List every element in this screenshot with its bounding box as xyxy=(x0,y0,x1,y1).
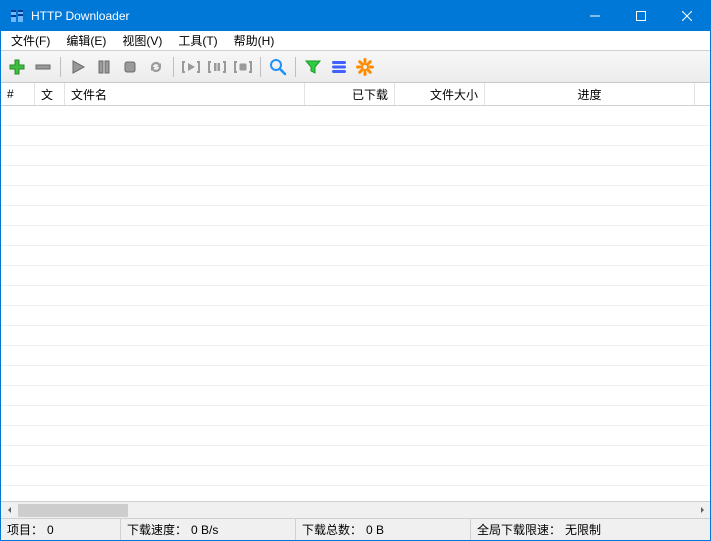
remove-button[interactable] xyxy=(31,55,55,79)
table-row xyxy=(1,386,710,406)
status-speed-value: 0 B/s xyxy=(191,523,218,537)
table-row xyxy=(1,266,710,286)
table-row xyxy=(1,366,710,386)
status-limit-value: 无限制 xyxy=(565,521,601,538)
col-filetype[interactable]: 文 xyxy=(35,83,65,105)
table-row xyxy=(1,346,710,366)
table-row xyxy=(1,186,710,206)
minus-icon xyxy=(34,58,52,76)
table-row xyxy=(1,126,710,146)
list-icon xyxy=(330,58,348,76)
restart-button[interactable] xyxy=(144,55,168,79)
window-title: HTTP Downloader xyxy=(31,9,572,23)
scroll-thumb[interactable] xyxy=(18,504,128,517)
table-row xyxy=(1,166,710,186)
table-row xyxy=(1,426,710,446)
table-row xyxy=(1,406,710,426)
table-row xyxy=(1,446,710,466)
table-row xyxy=(1,326,710,346)
menubar: 文件(F) 编辑(E) 视图(V) 工具(T) 帮助(H) xyxy=(1,31,710,51)
status-total: 下载总数： 0 B xyxy=(296,519,471,540)
filter-button[interactable] xyxy=(301,55,325,79)
horizontal-scrollbar[interactable] xyxy=(1,501,710,518)
start-button[interactable] xyxy=(66,55,90,79)
search-icon xyxy=(269,58,287,76)
status-speed: 下载速度： 0 B/s xyxy=(121,519,296,540)
pause-button[interactable] xyxy=(92,55,116,79)
window-controls xyxy=(572,1,710,31)
refresh-icon xyxy=(147,58,165,76)
bracket-stop-icon xyxy=(234,58,252,76)
gear-icon xyxy=(356,58,374,76)
separator xyxy=(260,57,261,77)
col-progress[interactable]: 进度 xyxy=(485,83,695,105)
status-total-label: 下载总数： xyxy=(302,521,362,538)
table-row xyxy=(1,306,710,326)
content-area: # 文 文件名 已下载 文件大小 进度 xyxy=(1,83,710,518)
menu-view[interactable]: 视图(V) xyxy=(114,30,170,51)
queue-button[interactable] xyxy=(327,55,351,79)
menu-help[interactable]: 帮助(H) xyxy=(226,30,283,51)
table-row xyxy=(1,206,710,226)
search-button[interactable] xyxy=(266,55,290,79)
status-limit-label: 全局下载限速： xyxy=(477,521,561,538)
col-downloaded[interactable]: 已下载 xyxy=(305,83,395,105)
status-items-value: 0 xyxy=(47,523,54,537)
chevron-right-icon xyxy=(698,506,706,514)
plus-icon xyxy=(8,58,26,76)
settings-button[interactable] xyxy=(353,55,377,79)
menu-file[interactable]: 文件(F) xyxy=(3,30,58,51)
grid-body[interactable] xyxy=(1,106,710,501)
col-filename[interactable]: 文件名 xyxy=(65,83,305,105)
scroll-left-button[interactable] xyxy=(1,502,18,519)
app-icon xyxy=(9,8,25,24)
titlebar[interactable]: HTTP Downloader xyxy=(1,1,710,31)
bracket-play-icon xyxy=(182,58,200,76)
table-row xyxy=(1,226,710,246)
bracket-stop-button[interactable] xyxy=(231,55,255,79)
bracket-pause-button[interactable] xyxy=(205,55,229,79)
toolbar xyxy=(1,51,710,83)
col-extra[interactable] xyxy=(695,83,710,105)
menu-edit[interactable]: 编辑(E) xyxy=(58,30,114,51)
play-icon xyxy=(70,59,86,75)
scroll-right-button[interactable] xyxy=(693,502,710,519)
scroll-track[interactable] xyxy=(18,502,693,518)
statusbar: 项目： 0 下载速度： 0 B/s 下载总数： 0 B 全局下载限速： 无限制 xyxy=(1,518,710,540)
status-items: 项目： 0 xyxy=(1,519,121,540)
app-window: HTTP Downloader 文件(F) 编辑(E) 视图(V) 工具(T) … xyxy=(0,0,711,541)
minimize-button[interactable] xyxy=(572,1,618,31)
pause-icon xyxy=(96,59,112,75)
table-row xyxy=(1,146,710,166)
table-row xyxy=(1,466,710,486)
stop-button[interactable] xyxy=(118,55,142,79)
chevron-left-icon xyxy=(6,506,14,514)
stop-icon xyxy=(122,59,138,75)
col-filesize[interactable]: 文件大小 xyxy=(395,83,485,105)
pause-all-button[interactable] xyxy=(179,55,203,79)
col-num[interactable]: # xyxy=(1,83,35,105)
separator xyxy=(295,57,296,77)
menu-tools[interactable]: 工具(T) xyxy=(170,30,225,51)
separator xyxy=(173,57,174,77)
status-speed-label: 下载速度： xyxy=(127,521,187,538)
bracket-pause-icon xyxy=(208,58,226,76)
maximize-button[interactable] xyxy=(618,1,664,31)
status-total-value: 0 B xyxy=(366,523,384,537)
status-items-label: 项目： xyxy=(7,521,43,538)
separator xyxy=(60,57,61,77)
add-button[interactable] xyxy=(5,55,29,79)
table-row xyxy=(1,106,710,126)
table-row xyxy=(1,246,710,266)
close-button[interactable] xyxy=(664,1,710,31)
status-limit: 全局下载限速： 无限制 xyxy=(471,519,710,540)
grid-header: # 文 文件名 已下载 文件大小 进度 xyxy=(1,83,710,106)
filter-icon xyxy=(304,58,322,76)
table-row xyxy=(1,286,710,306)
